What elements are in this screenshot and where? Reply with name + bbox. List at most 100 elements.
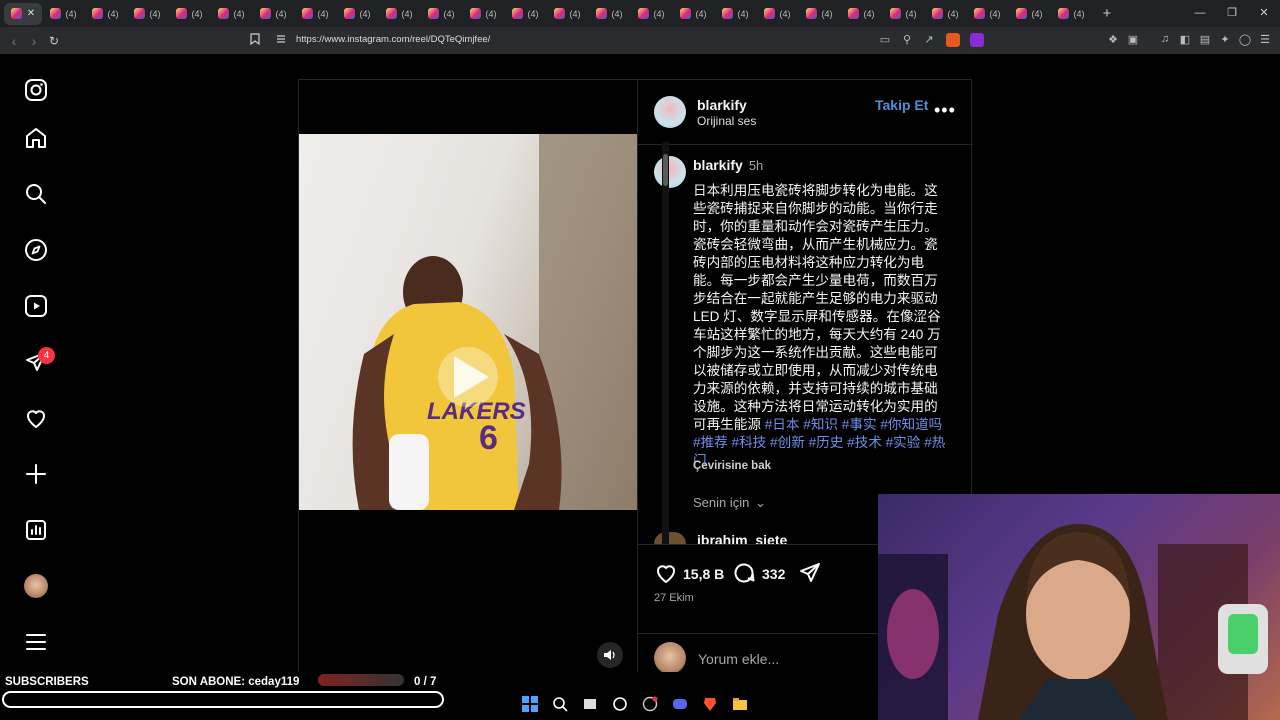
- discord-icon[interactable]: [670, 694, 690, 714]
- instagram-favicon-icon: [49, 8, 61, 19]
- caption-author-avatar[interactable]: [654, 156, 686, 188]
- site-settings-icon[interactable]: [274, 33, 288, 47]
- browser-tab[interactable]: (4): [252, 3, 294, 25]
- comment-icon[interactable]: [732, 561, 756, 590]
- search-icon[interactable]: [22, 180, 50, 208]
- music-icon[interactable]: ♫: [1158, 33, 1172, 47]
- menu-icon[interactable]: ☰: [1258, 33, 1272, 47]
- last-subscriber-label: SON ABONE: ceday119: [172, 676, 300, 688]
- caption-author[interactable]: blarkify: [693, 157, 743, 173]
- like-count[interactable]: 15,8 B: [683, 566, 724, 582]
- bookmark-icon[interactable]: [248, 33, 262, 47]
- share-icon[interactable]: [798, 561, 822, 590]
- browser-tab[interactable]: (4): [504, 3, 546, 25]
- dashboard-icon[interactable]: [22, 516, 50, 544]
- taskbar-search-icon[interactable]: [550, 694, 570, 714]
- browser-tab[interactable]: (4): [378, 3, 420, 25]
- close-icon[interactable]: ✕: [1248, 0, 1280, 27]
- share-icon[interactable]: ↗: [922, 33, 936, 47]
- instagram-favicon-icon: [1057, 8, 1069, 19]
- webcam-scene: [878, 524, 1268, 720]
- chatgpt-icon[interactable]: [610, 694, 630, 714]
- browser-tab[interactable]: (4): [882, 3, 924, 25]
- browser-tab[interactable]: (4): [126, 3, 168, 25]
- browser-tab[interactable]: (4): [84, 3, 126, 25]
- explore-icon[interactable]: [22, 236, 50, 264]
- scrollbar-thumb[interactable]: [663, 154, 668, 186]
- author-username[interactable]: blarkify: [697, 97, 747, 113]
- reels-icon[interactable]: [22, 292, 50, 320]
- like-icon[interactable]: [654, 561, 678, 590]
- reload-icon[interactable]: ↻: [44, 34, 64, 48]
- browser-tab[interactable]: (4): [672, 3, 714, 25]
- cast-icon[interactable]: ▭: [878, 33, 892, 47]
- browser-tab[interactable]: (4): [210, 3, 252, 25]
- url-field[interactable]: https://www.instagram.com/reel/DQTeQimjf…: [296, 34, 490, 45]
- comment-count[interactable]: 332: [762, 566, 785, 582]
- reel-video[interactable]: 6 LAKERS: [299, 80, 637, 681]
- tab-label: (4): [149, 8, 161, 19]
- instagram-favicon-icon: [847, 8, 859, 19]
- more-options-icon[interactable]: •••: [934, 100, 956, 121]
- profile-avatar[interactable]: [22, 572, 50, 600]
- new-tab-button[interactable]: +: [1092, 5, 1122, 22]
- author-avatar[interactable]: [654, 96, 686, 128]
- tab-label: (4): [317, 8, 329, 19]
- browser-tab[interactable]: (4): [294, 3, 336, 25]
- zoom-icon[interactable]: ⚲: [900, 33, 914, 47]
- browser-tab[interactable]: (4): [168, 3, 210, 25]
- tab-label: (4): [1031, 8, 1043, 19]
- windows-start-icon[interactable]: [520, 694, 540, 714]
- minimize-icon[interactable]: —: [1184, 0, 1216, 27]
- forward-icon[interactable]: ›: [24, 33, 44, 49]
- wallet-icon[interactable]: ▤: [1198, 33, 1212, 47]
- subscriber-goal-bar: [2, 691, 444, 708]
- ai-icon[interactable]: ✦: [1218, 33, 1232, 47]
- browser-tab[interactable]: (4): [1050, 3, 1092, 25]
- caption-scrollbar[interactable]: [662, 142, 669, 544]
- restore-icon[interactable]: ❐: [1216, 0, 1248, 27]
- close-tab-icon[interactable]: ✕: [27, 8, 35, 19]
- brave-taskbar-icon[interactable]: [700, 694, 720, 714]
- comment-avatar[interactable]: [654, 532, 686, 544]
- for-you-dropdown[interactable]: Senin için ⌄: [693, 495, 766, 511]
- brave-shield-icon[interactable]: [946, 33, 960, 47]
- vpn-icon[interactable]: ◯: [1238, 33, 1252, 47]
- follow-button[interactable]: Takip Et: [875, 97, 928, 113]
- browser-tab[interactable]: (4): [630, 3, 672, 25]
- mute-button[interactable]: [597, 642, 623, 668]
- browser-tab[interactable]: (4): [42, 3, 84, 25]
- browser-tab-active[interactable]: ✕: [4, 2, 42, 25]
- sidebar-toggle-icon[interactable]: ◧: [1178, 33, 1192, 47]
- comment-input[interactable]: Yorum ekle...: [698, 651, 779, 667]
- browser-tab[interactable]: (4): [840, 3, 882, 25]
- browser-tab[interactable]: (4): [1008, 3, 1050, 25]
- home-icon[interactable]: [22, 124, 50, 152]
- file-explorer-icon[interactable]: [730, 694, 750, 714]
- audio-label[interactable]: Orijinal ses: [697, 114, 756, 128]
- address-bar: ‹ › ↻ https://www.instagram.com/reel/DQT…: [0, 27, 1280, 54]
- comment-username[interactable]: ibrahim_siete: [697, 532, 787, 544]
- video-frame[interactable]: 6 LAKERS: [299, 134, 637, 510]
- more-menu-icon[interactable]: [22, 628, 50, 656]
- instagram-logo-icon[interactable]: [22, 76, 50, 104]
- browser-tab[interactable]: (4): [756, 3, 798, 25]
- obs-icon[interactable]: [640, 694, 660, 714]
- see-translation-link[interactable]: Çevirisine bak: [693, 460, 771, 472]
- task-view-icon[interactable]: [580, 694, 600, 714]
- browser-tab[interactable]: (4): [546, 3, 588, 25]
- browser-tab[interactable]: (4): [714, 3, 756, 25]
- screenshot-icon[interactable]: ▣: [1126, 33, 1140, 47]
- create-icon[interactable]: [22, 460, 50, 488]
- back-icon[interactable]: ‹: [4, 33, 24, 49]
- browser-tab[interactable]: (4): [924, 3, 966, 25]
- browser-tab[interactable]: (4): [966, 3, 1008, 25]
- browser-tab[interactable]: (4): [798, 3, 840, 25]
- browser-tab[interactable]: (4): [462, 3, 504, 25]
- browser-tab[interactable]: (4): [336, 3, 378, 25]
- browser-tab[interactable]: (4): [588, 3, 630, 25]
- browser-tab[interactable]: (4): [420, 3, 462, 25]
- extensions-icon[interactable]: ❖: [1106, 33, 1120, 47]
- heart-icon[interactable]: [22, 404, 50, 432]
- brave-rewards-icon[interactable]: [970, 33, 984, 47]
